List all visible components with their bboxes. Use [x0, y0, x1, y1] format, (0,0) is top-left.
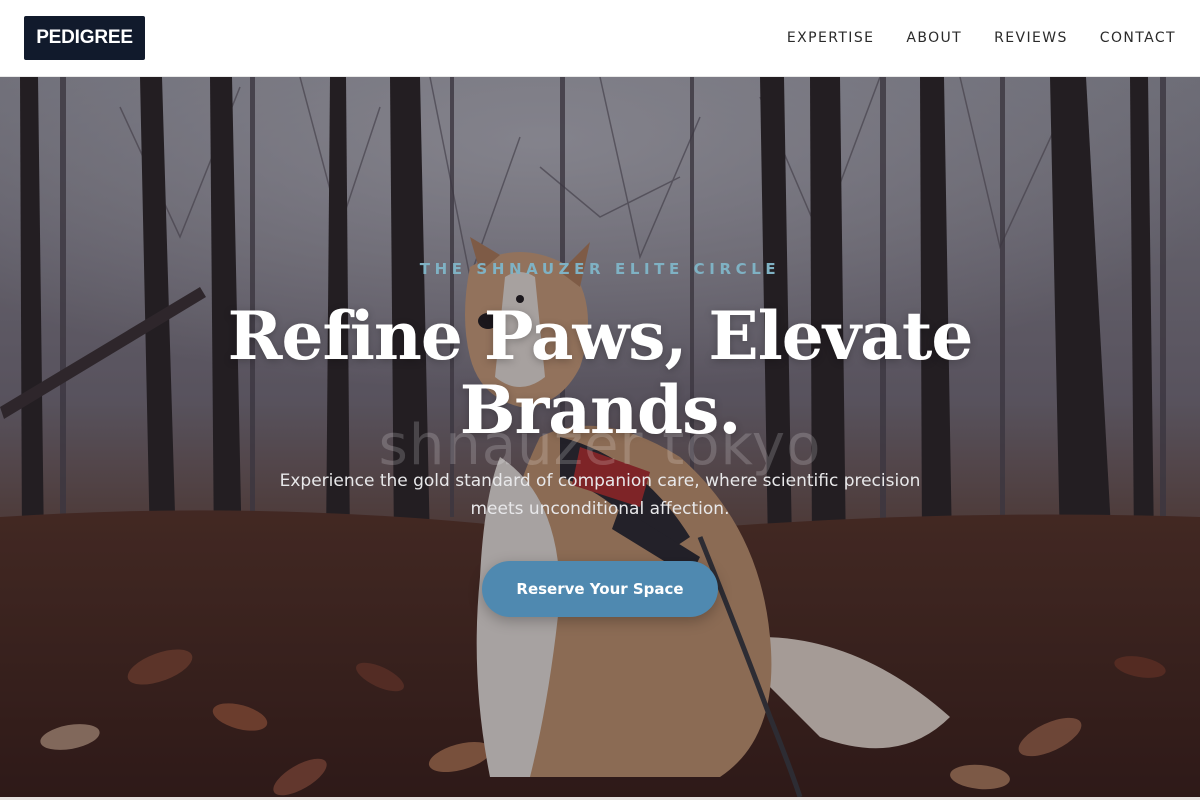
nav-link-reviews[interactable]: REVIEWS — [994, 30, 1068, 46]
logo[interactable]: PEDIGREE — [24, 16, 145, 60]
hero-section: THE SHNAUZER ELITE CIRCLE Refine Paws, E… — [0, 77, 1200, 797]
headline-line-1: Refine Paws, Elevate — [227, 297, 974, 375]
site-header: PEDIGREE EXPERTISE ABOUT REVIEWS CONTACT — [0, 0, 1200, 77]
hero-subtext: Experience the gold standard of companio… — [279, 471, 921, 519]
nav-link-about[interactable]: ABOUT — [906, 30, 962, 46]
nav-link-expertise[interactable]: EXPERTISE — [787, 30, 874, 46]
hero-eyebrow: THE SHNAUZER ELITE CIRCLE — [419, 260, 781, 278]
hero-content: THE SHNAUZER ELITE CIRCLE Refine Paws, E… — [0, 77, 1200, 797]
nav-link-contact[interactable]: CONTACT — [1100, 30, 1176, 46]
main-nav: EXPERTISE ABOUT REVIEWS CONTACT — [787, 30, 1176, 46]
reserve-space-button[interactable]: Reserve Your Space — [482, 561, 718, 617]
